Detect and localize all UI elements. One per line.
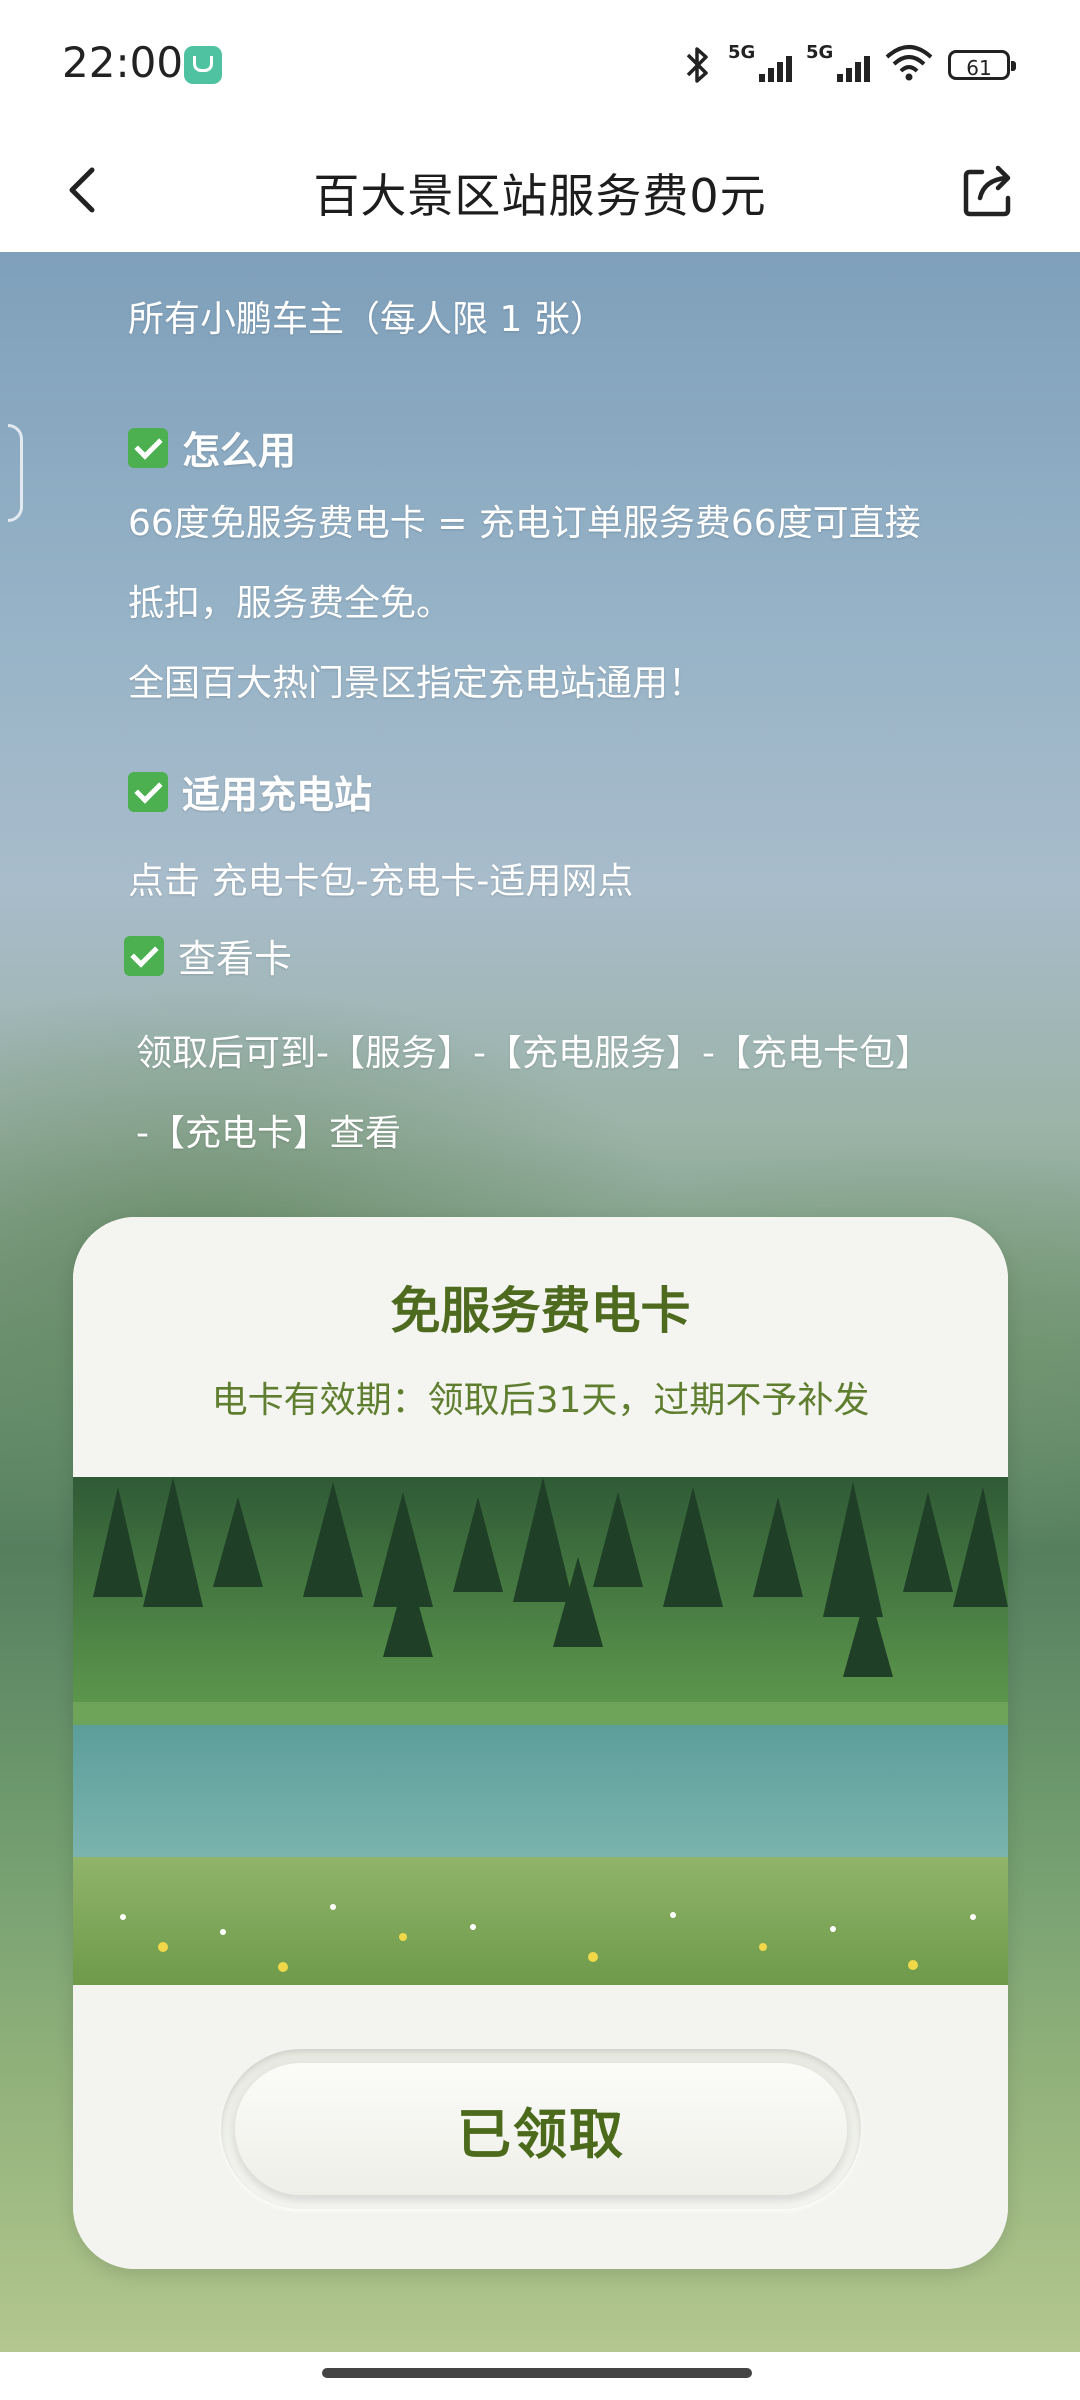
nav-bar: 百大景区站服务费0元	[0, 130, 1080, 252]
status-bar: 22:00 5G 5G 61	[0, 0, 1080, 130]
claim-button-frame: 已领取	[221, 2049, 861, 2209]
how-to-use-line-3: 全国百大热门景区指定充电站通用！	[128, 663, 705, 704]
status-icons: 5G 5G 61	[680, 40, 1016, 90]
battery-icon: 61	[948, 50, 1016, 80]
page-title: 百大景区站服务费0元	[313, 169, 767, 223]
checkmark-icon	[124, 935, 164, 976]
view-card-line-2: -【充电卡】查看	[136, 1113, 401, 1154]
card-footer: 已领取	[73, 1985, 1008, 2269]
home-indicator[interactable]	[322, 2368, 752, 2378]
checkmark-icon	[128, 771, 168, 812]
card-header: 免服务费电卡 电卡有效期：领取后31天，过期不予补发	[73, 1217, 1008, 1477]
stations-heading: 适用充电站	[128, 764, 372, 819]
share-icon[interactable]	[956, 158, 1020, 222]
eligibility-text: 所有小鹏车主（每人限 1 张）	[128, 299, 606, 340]
signal-2-label: 5G	[806, 42, 834, 63]
checkmark-icon	[128, 427, 168, 468]
how-to-use-heading: 怎么用	[128, 420, 296, 475]
card-landscape-image	[73, 1477, 1008, 1985]
signal-icon-1: 5G	[728, 42, 792, 86]
stations-title: 适用充电站	[182, 773, 373, 817]
side-drawer-handle[interactable]	[8, 424, 23, 522]
charging-card: 免服务费电卡 电卡有效期：领取后31天，过期不予补发 已领取	[73, 1217, 1008, 2269]
app-notification-icon	[184, 46, 222, 84]
signal-1-label: 5G	[728, 42, 756, 63]
status-time: 22:00	[62, 38, 184, 87]
how-to-use-title: 怎么用	[182, 429, 297, 473]
view-card-heading: 查看卡	[124, 928, 292, 983]
how-to-use-line-2: 抵扣，服务费全免。	[128, 583, 453, 624]
how-to-use-line-1: 66度免服务费电卡 = 充电订单服务费66度可直接	[128, 503, 921, 544]
wifi-icon	[884, 43, 934, 87]
gesture-bar	[0, 2352, 1080, 2400]
bluetooth-icon	[680, 44, 714, 86]
view-card-title: 查看卡	[178, 937, 293, 981]
stations-text: 点击 充电卡包-充电卡-适用网点	[128, 861, 634, 902]
signal-icon-2: 5G	[806, 42, 870, 86]
card-validity: 电卡有效期：领取后31天，过期不予补发	[211, 1380, 870, 1421]
claimed-button[interactable]: 已领取	[235, 2063, 847, 2195]
view-card-line-1: 领取后可到-【服务】-【充电服务】-【充电卡包】	[136, 1033, 931, 1074]
card-title: 免服务费电卡	[390, 1282, 691, 1340]
